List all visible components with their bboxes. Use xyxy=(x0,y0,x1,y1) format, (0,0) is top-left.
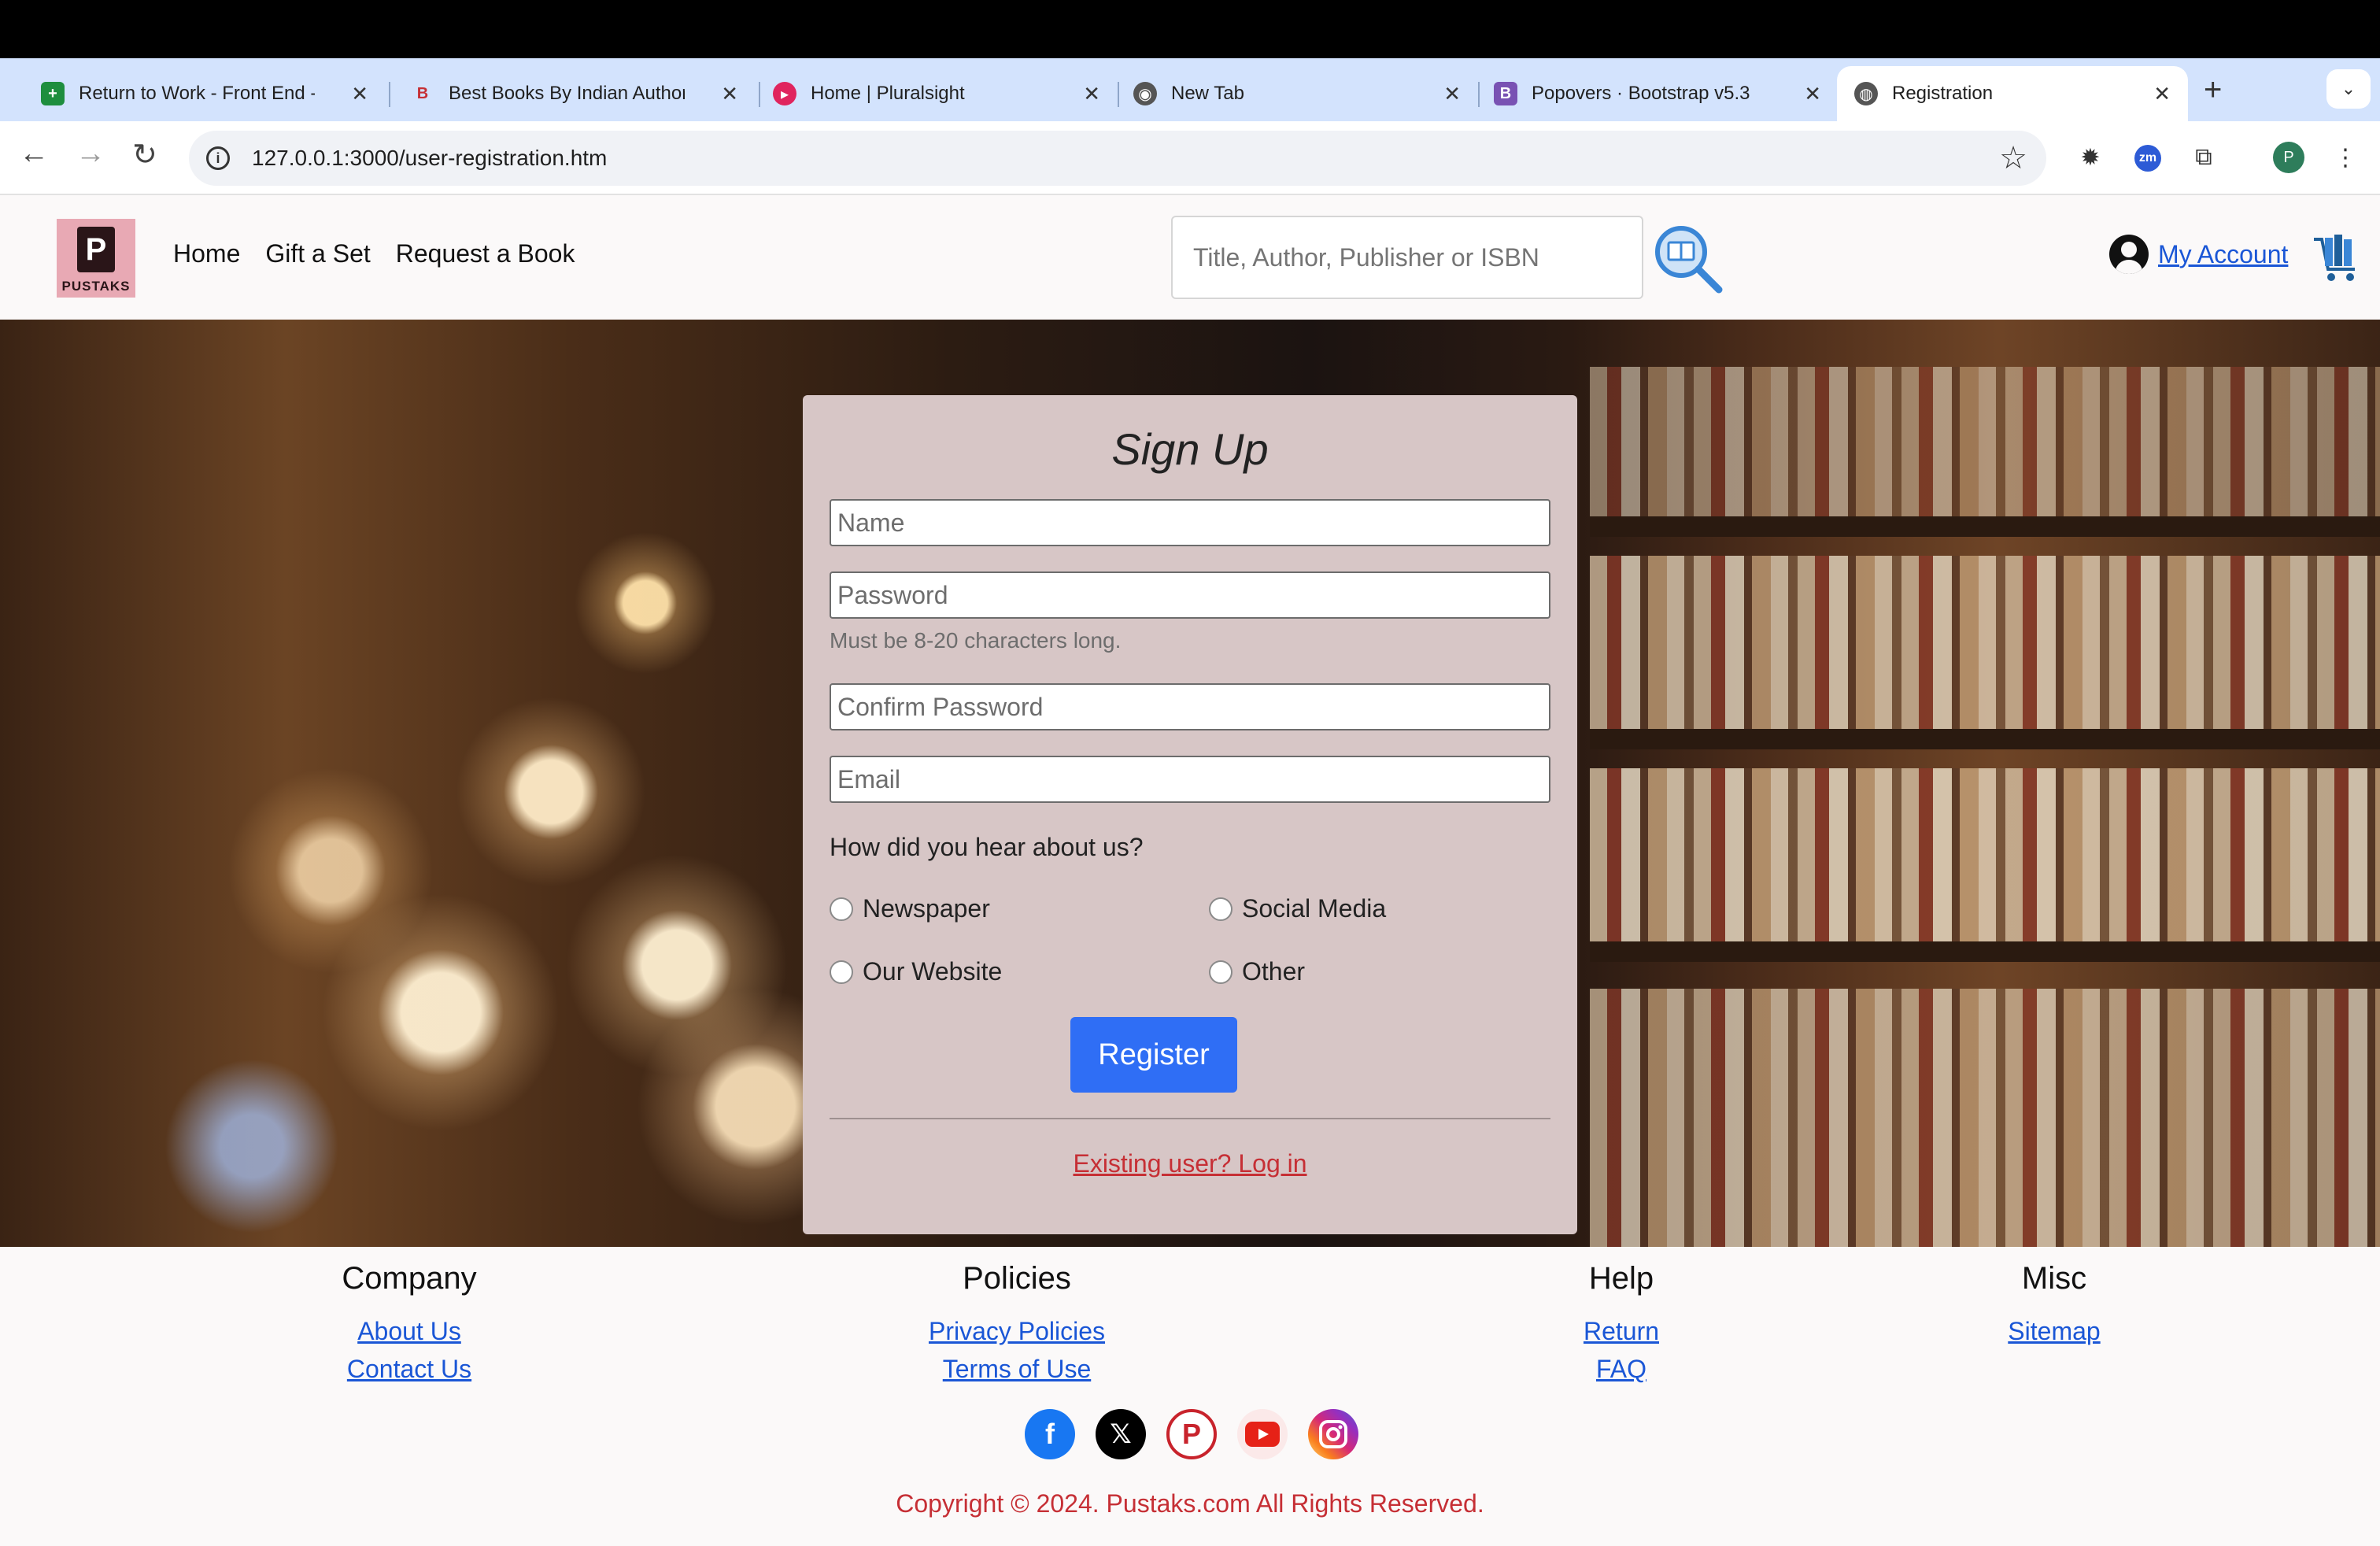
close-icon[interactable]: ✕ xyxy=(351,82,368,106)
bookshelf-row xyxy=(1590,556,2380,737)
back-arrow-icon[interactable]: ← xyxy=(19,137,49,171)
bookshelf-row xyxy=(1590,768,2380,949)
pinterest-icon[interactable]: P xyxy=(1166,1409,1217,1459)
radio-circle[interactable] xyxy=(1209,960,1232,984)
main-nav: Home Gift a Set Request a Book xyxy=(173,239,575,268)
footer-link-about-us[interactable]: About Us xyxy=(331,1312,488,1350)
bookmark-star-icon[interactable]: ☆ xyxy=(1999,140,2027,176)
x-icon[interactable]: 𝕏 xyxy=(1096,1409,1146,1459)
nav-gift-a-set[interactable]: Gift a Set xyxy=(265,239,370,268)
nav-home[interactable]: Home xyxy=(173,239,240,268)
radio-circle[interactable] xyxy=(1209,897,1232,921)
password-field[interactable] xyxy=(830,571,1550,619)
footer-link-contact-us[interactable]: Contact Us xyxy=(331,1350,488,1388)
footer-column-policies: Policies Privacy Policies Terms of Use xyxy=(899,1261,1135,1388)
search-input[interactable] xyxy=(1171,216,1643,299)
bookshelf-row xyxy=(1590,367,2380,524)
site-header: P PUSTAKS Home Gift a Set Request a Book… xyxy=(0,195,2380,320)
footer-column-help: Help Return FAQ xyxy=(1543,1261,1700,1388)
footer-link-terms-of-use[interactable]: Terms of Use xyxy=(899,1350,1135,1388)
close-icon[interactable]: ✕ xyxy=(1804,82,1821,106)
bootstrap-icon: B xyxy=(1494,82,1517,105)
bookshelf-row xyxy=(1590,989,2380,1247)
nav-request-a-book[interactable]: Request a Book xyxy=(396,239,575,268)
tab-registration[interactable]: ◍ Registration ✕ xyxy=(1837,66,2188,121)
footer-link-faq[interactable]: FAQ xyxy=(1543,1350,1700,1388)
radio-newspaper[interactable]: Newspaper xyxy=(830,894,990,923)
footer-column-misc: Misc Sitemap xyxy=(1975,1261,2133,1350)
site-footer: Company About Us Contact Us Policies Pri… xyxy=(0,1247,2380,1546)
address-bar[interactable]: i 127.0.0.1:3000/user-registration.htm ☆ xyxy=(189,131,2046,186)
existing-user-login-link[interactable]: Existing user? Log in xyxy=(1073,1149,1306,1178)
reload-icon[interactable]: ↻ xyxy=(132,137,157,172)
signup-title: Sign Up xyxy=(1111,424,1269,474)
profile-avatar[interactable]: P xyxy=(2273,142,2304,173)
footer-link-privacy-policies[interactable]: Privacy Policies xyxy=(899,1312,1135,1350)
my-account-link[interactable]: My Account xyxy=(2158,240,2288,269)
instagram-camera-icon xyxy=(1319,1420,1347,1448)
instagram-icon[interactable] xyxy=(1308,1409,1358,1459)
close-icon[interactable]: ✕ xyxy=(1443,82,1461,106)
radio-other[interactable]: Other xyxy=(1209,957,1305,986)
signup-card: Sign Up Must be 8-20 characters long. Ho… xyxy=(803,395,1577,1234)
divider xyxy=(830,1118,1550,1119)
footer-link-sitemap[interactable]: Sitemap xyxy=(1975,1312,2133,1350)
radio-circle[interactable] xyxy=(830,897,853,921)
kebab-menu-icon[interactable]: ⋮ xyxy=(2330,142,2361,173)
user-icon xyxy=(2109,235,2149,274)
name-field[interactable] xyxy=(830,499,1550,546)
copyright-text: Copyright © 2024. Pustaks.com All Rights… xyxy=(896,1489,1484,1518)
tab-separator xyxy=(389,82,390,107)
confirm-password-field[interactable] xyxy=(830,683,1550,730)
radio-circle[interactable] xyxy=(830,960,853,984)
extensions-puzzle-icon[interactable]: ⧉ xyxy=(2188,142,2219,173)
my-account[interactable]: My Account xyxy=(2109,235,2288,274)
sheets-icon: + xyxy=(41,82,65,105)
footer-link-return[interactable]: Return xyxy=(1543,1312,1700,1350)
pluralsight-icon: ▸ xyxy=(773,82,796,105)
login-link-wrapper: Existing user? Log in xyxy=(803,1149,1577,1178)
extension-gear-icon[interactable]: ✹ xyxy=(2075,142,2106,173)
b-letter-icon: B xyxy=(416,84,429,102)
password-hint: Must be 8-20 characters long. xyxy=(830,628,1122,653)
zoom-extension-icon[interactable]: zm xyxy=(2134,145,2161,172)
tab-best-books[interactable]: B Best Books By Indian Author ✕ xyxy=(394,66,756,121)
cart-icon[interactable] xyxy=(2311,231,2363,283)
shelf-plank xyxy=(1590,941,2380,962)
site-info-icon[interactable]: i xyxy=(206,146,230,170)
register-button[interactable]: Register xyxy=(1070,1017,1237,1093)
pustaks-logo[interactable]: P PUSTAKS xyxy=(57,219,135,298)
forward-arrow-icon[interactable]: → xyxy=(76,137,105,171)
tab-search-chevron-icon[interactable]: ⌄ xyxy=(2326,69,2371,109)
tab-return-to-work[interactable]: + Return to Work - Front End - ✕ xyxy=(24,66,386,121)
logo-mark-icon: P xyxy=(77,227,115,272)
youtube-icon[interactable] xyxy=(1237,1409,1288,1459)
referral-question: How did you hear about us? xyxy=(830,833,1144,861)
tab-pluralsight[interactable]: ▸ Home | Pluralsight ✕ xyxy=(756,66,1118,121)
youtube-play-icon xyxy=(1245,1422,1280,1447)
os-menu-bar xyxy=(0,0,2380,58)
chrome-icon: ◉ xyxy=(1133,82,1157,105)
social-links: f 𝕏 P xyxy=(1025,1409,1358,1459)
close-icon[interactable]: ✕ xyxy=(2153,82,2171,106)
shelf-plank xyxy=(1590,516,2380,537)
close-icon[interactable]: ✕ xyxy=(721,82,738,106)
footer-column-company: Company About Us Contact Us xyxy=(331,1261,488,1388)
email-field[interactable] xyxy=(830,756,1550,803)
radio-our-website[interactable]: Our Website xyxy=(830,957,1002,986)
tab-new-tab[interactable]: ◉ New Tab ✕ xyxy=(1116,66,1478,121)
radio-social-media[interactable]: Social Media xyxy=(1209,894,1386,923)
shelf-plank xyxy=(1590,729,2380,749)
close-icon[interactable]: ✕ xyxy=(1083,82,1100,106)
new-tab-plus-icon[interactable]: + xyxy=(2204,72,2222,108)
tab-strip: + Return to Work - Front End - ✕ B Best … xyxy=(0,58,2380,121)
book-search-icon[interactable] xyxy=(1653,224,1724,294)
globe-icon: ◍ xyxy=(1854,82,1878,105)
browser-toolbar: ← → ↻ i 127.0.0.1:3000/user-registration… xyxy=(0,121,2380,195)
tab-bootstrap[interactable]: B Popovers · Bootstrap v5.3 ✕ xyxy=(1476,66,1839,121)
facebook-icon[interactable]: f xyxy=(1025,1409,1075,1459)
